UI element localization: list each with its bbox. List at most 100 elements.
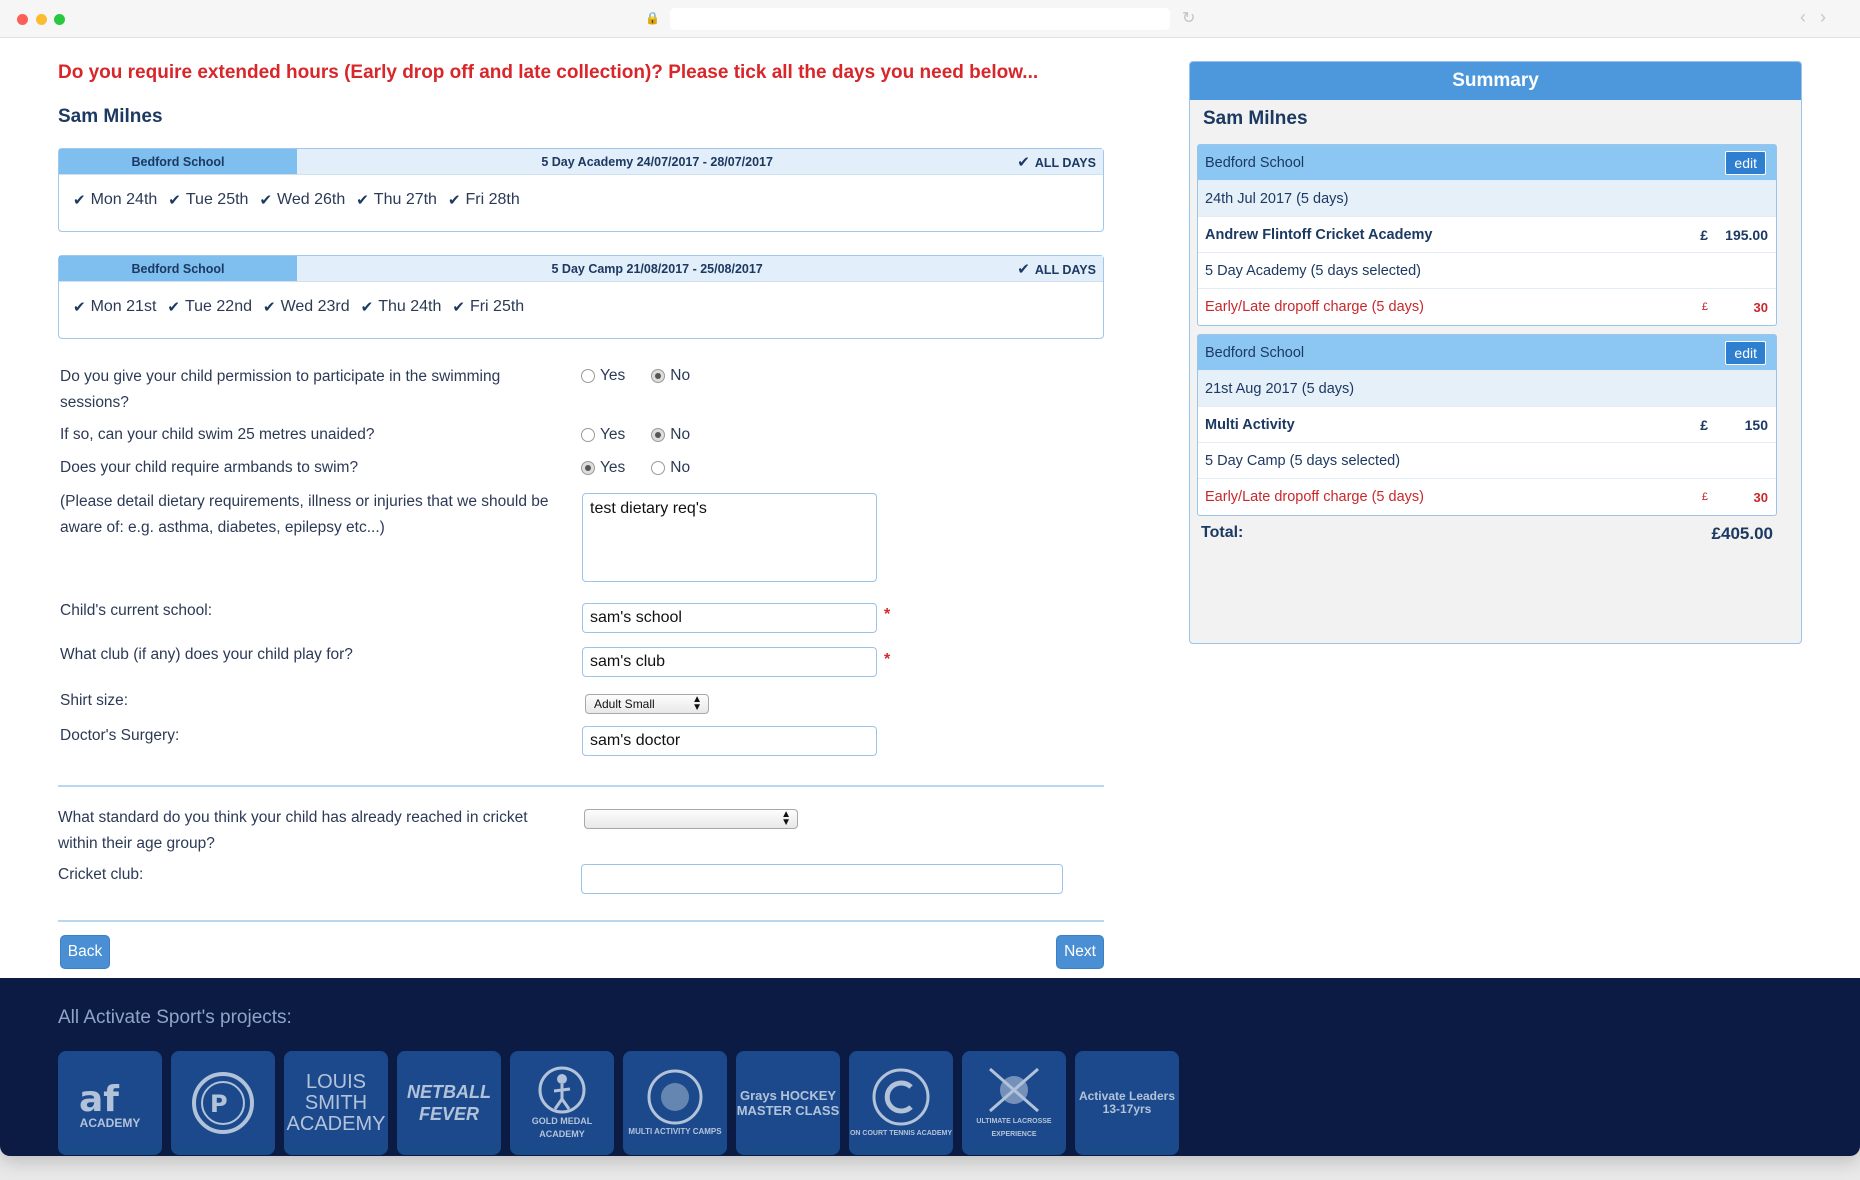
school-label: Child's current school:	[60, 602, 212, 619]
booking-school: Bedford School	[59, 149, 297, 174]
summary-date-row: 21st Aug 2017 (5 days)	[1198, 371, 1776, 407]
multi-activity-camps-logo	[647, 1069, 703, 1124]
radio-circle[interactable]	[651, 369, 666, 383]
next-button[interactable]: Next	[1056, 935, 1104, 969]
booking-course: 5 Day Academy 24/07/2017 - 28/07/2017	[541, 154, 773, 169]
total-value: £405.00	[1711, 524, 1773, 543]
minimize-window-button[interactable]	[36, 14, 47, 25]
radio-circle[interactable]	[581, 369, 595, 383]
swim-permission-yes[interactable]: Yes	[581, 367, 625, 385]
extra-charge-price: 30	[1753, 299, 1768, 315]
doctor-input[interactable]: sam's doctor	[582, 726, 877, 756]
total-label: Total:	[1201, 524, 1244, 541]
summary-detail-row: 5 Day Academy (5 days selected)	[1198, 253, 1776, 289]
day-checkbox[interactable]: ✔ Mon 21st	[73, 298, 156, 316]
summary-date-row: 24th Jul 2017 (5 days)	[1198, 181, 1776, 217]
select-arrows-icon: ▲ ▼	[692, 694, 702, 713]
close-window-button[interactable]	[17, 14, 28, 25]
nav-arrows[interactable]: ‹›	[1800, 7, 1840, 28]
activity-price: 195.00	[1725, 226, 1768, 243]
footer-title: All Activate Sport's projects:	[58, 1007, 292, 1028]
cricket-standard-select[interactable]: ▲ ▼	[584, 809, 798, 829]
browser-titlebar: 🔒 ↻ ‹›	[0, 0, 1860, 38]
check-icon: ✔	[447, 192, 461, 209]
gold-medal-academy-logo-tile[interactable]: GOLD MEDAL ACADEMY	[510, 1051, 614, 1155]
shirt-size-label: Shirt size:	[60, 692, 129, 709]
page-content: Do you require extended hours (Early dro…	[0, 38, 1860, 1016]
on-court-tennis-academy-logo-tile[interactable]: ON COURT TENNIS ACADEMY	[849, 1051, 953, 1155]
day-checkbox[interactable]: ✔ Wed 23rd	[263, 298, 350, 316]
day-checkbox[interactable]: ✔ Wed 26th	[259, 191, 345, 209]
gold-medal-academy-logo	[538, 1066, 586, 1114]
summary-item-2: Bedford School edit 21st Aug 2017 (5 day…	[1197, 334, 1777, 516]
all-days-toggle[interactable]: ✔ ALL DAYS	[1017, 153, 1103, 171]
booking-panel-1: Bedford School 5 Day Academy 24/07/2017 …	[58, 148, 1104, 232]
check-icon: ✔	[167, 299, 180, 316]
check-icon: ✔	[360, 299, 374, 316]
swim-permission-radios: Yes No	[581, 367, 716, 385]
radio-circle[interactable]	[651, 461, 666, 475]
summary-extra-charge-row: Early/Late dropoff charge (5 days) £ 30	[1205, 299, 1768, 315]
booking-school: Bedford School	[59, 256, 297, 281]
armbands-label: Does your child require armbands to swim…	[60, 459, 359, 476]
dietary-label: (Please detail dietary requirements, ill…	[60, 493, 549, 536]
day-checkbox[interactable]: ✔ Mon 24th	[73, 191, 157, 209]
swim-25m-no[interactable]: No	[651, 426, 690, 444]
booking-header: Bedford School 5 Day Academy 24/07/2017 …	[59, 149, 1103, 175]
cricket-club-input[interactable]	[581, 864, 1063, 894]
check-icon: ✔	[452, 299, 465, 316]
dietary-textarea[interactable]: test dietary req's	[582, 493, 877, 582]
back-button[interactable]: Back	[60, 935, 110, 969]
summary-school-row: Bedford School edit	[1198, 145, 1776, 181]
shirt-size-select[interactable]: Adult Small ▲ ▼	[585, 694, 709, 714]
school-input[interactable]: sam's school	[582, 603, 877, 633]
projects-footer: All Activate Sport's projects: af ACADEM…	[0, 978, 1860, 1156]
on-court-tennis-academy-logo	[872, 1068, 930, 1125]
club-input[interactable]: sam's club	[582, 647, 877, 677]
activate-leaders-logo-tile[interactable]: Activate Leaders 13-17yrs	[1075, 1051, 1179, 1155]
grays-hockey-masterclass-logo-tile[interactable]: Grays HOCKEY MASTER CLASS	[736, 1051, 840, 1155]
swim-permission-no[interactable]: No	[651, 367, 690, 385]
swim-25m-yes[interactable]: Yes	[581, 426, 625, 444]
summary-activity-row: Multi Activity £ 150	[1198, 407, 1776, 443]
required-marker: *	[884, 606, 891, 623]
all-days-toggle[interactable]: ✔ ALL DAYS	[1017, 260, 1103, 278]
day-checkbox[interactable]: ✔ Thu 24th	[361, 298, 442, 316]
armbands-no[interactable]: No	[651, 459, 690, 477]
day-checkboxes: ✔ Mon 24th ✔ Tue 25th ✔ Wed 26th ✔ Thu 27th …	[59, 175, 1103, 209]
swim-permission-label: Do you give your child permission to par…	[60, 368, 501, 411]
ultimate-lacrosse-experience-logo-tile[interactable]: ULTIMATE LACROSSE EXPERIENCE	[962, 1051, 1066, 1155]
edit-button[interactable]: edit	[1725, 151, 1766, 175]
armbands-radios: Yes No	[581, 459, 716, 477]
day-checkboxes: ✔ Mon 21st ✔ Tue 22nd ✔ Wed 23rd ✔ Thu 24th …	[59, 282, 1103, 316]
extra-charge-price: 30	[1753, 489, 1768, 505]
af-academy-logo-tile[interactable]: af ACADEMY	[58, 1051, 162, 1155]
day-checkbox[interactable]: ✔ Tue 25th	[168, 191, 248, 209]
booking-panel-2: Bedford School 5 Day Camp 21/08/2017 - 2…	[58, 255, 1104, 339]
netball-fever-logo-tile[interactable]: NETBALL FEVER	[397, 1051, 501, 1155]
radio-circle[interactable]	[651, 428, 666, 442]
day-checkbox[interactable]: ✔ Fri 25th	[452, 298, 524, 316]
radio-circle[interactable]	[581, 461, 595, 475]
swim-25m-label: If so, can your child swim 25 metres una…	[60, 426, 375, 443]
day-checkbox[interactable]: ✔ Tue 22nd	[167, 298, 252, 316]
day-checkbox[interactable]: ✔ Thu 27th	[356, 191, 437, 209]
ultimate-lacrosse-experience-logo	[989, 1067, 1039, 1113]
zoom-window-button[interactable]	[54, 14, 65, 25]
multi-activity-camps-logo-tile[interactable]: MULTI ACTIVITY CAMPS	[623, 1051, 727, 1155]
required-marker: *	[884, 651, 891, 668]
svg-text:P: P	[210, 1090, 228, 1118]
cricket-club-label: Cricket club:	[58, 866, 144, 883]
address-bar[interactable]	[670, 8, 1170, 30]
check-icon: ✔	[73, 192, 86, 209]
extended-hours-question: Do you require extended hours (Early dro…	[58, 62, 1039, 83]
radio-circle[interactable]	[581, 428, 595, 442]
activate-leaders-logo: Activate Leaders 13-17yrs	[1078, 1089, 1176, 1116]
day-checkbox[interactable]: ✔ Fri 28th	[448, 191, 520, 209]
edit-button[interactable]: edit	[1725, 341, 1766, 365]
dp-roundel-logo-tile[interactable]: P	[171, 1051, 275, 1155]
louis-smith-academy-logo-tile[interactable]: LOUIS SMITH ACADEMY	[284, 1051, 388, 1155]
summary-detail-row: 5 Day Camp (5 days selected)	[1198, 443, 1776, 479]
armbands-yes[interactable]: Yes	[581, 459, 625, 477]
reload-icon[interactable]: ↻	[1182, 8, 1195, 28]
